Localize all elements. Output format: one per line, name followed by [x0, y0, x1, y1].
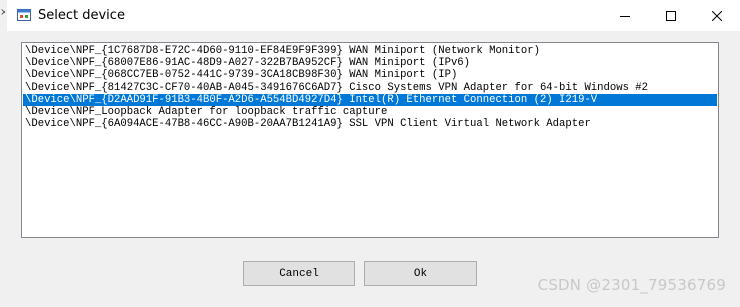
- device-list-item[interactable]: \Device\NPF_{D2AAD91F-91B3-4B0F-A2D6-A55…: [23, 93, 717, 106]
- maximize-button[interactable]: [648, 0, 694, 31]
- device-list-item[interactable]: \Device\NPF_{68007E86-91AC-48D9-A027-322…: [23, 57, 717, 69]
- device-list-item[interactable]: \Device\NPF_{068CC7EB-0752-441C-9739-3CA…: [23, 69, 717, 81]
- select-device-dialog: Select device \Device\NPF_{1C7687D8-E72C…: [7, 0, 740, 307]
- ok-button[interactable]: Ok: [364, 261, 477, 286]
- close-button[interactable]: [694, 0, 740, 31]
- cancel-button[interactable]: Cancel: [243, 261, 355, 286]
- device-list-item[interactable]: \Device\NPF_{6A094ACE-47B8-46CC-A90B-20A…: [23, 118, 717, 130]
- maximize-icon: [666, 10, 676, 21]
- minimize-button[interactable]: [602, 0, 648, 31]
- app-icon: [17, 9, 31, 21]
- device-list-item[interactable]: \Device\NPF_Loopback Adapter for loopbac…: [23, 106, 717, 118]
- minimize-icon: [620, 15, 630, 17]
- background-close-icon: ×: [0, 8, 5, 18]
- device-list-item[interactable]: \Device\NPF_{81427C3C-CF70-40AB-A045-349…: [23, 82, 717, 94]
- title-bar[interactable]: Select device: [7, 0, 740, 31]
- watermark: CSDN @2301_79536769: [537, 276, 726, 294]
- device-list-item[interactable]: \Device\NPF_{1C7687D8-E72C-4D60-9110-EF8…: [23, 45, 717, 57]
- device-listbox[interactable]: \Device\NPF_{1C7687D8-E72C-4D60-9110-EF8…: [21, 42, 719, 238]
- dialog-title: Select device: [38, 8, 125, 23]
- close-icon: [712, 10, 722, 21]
